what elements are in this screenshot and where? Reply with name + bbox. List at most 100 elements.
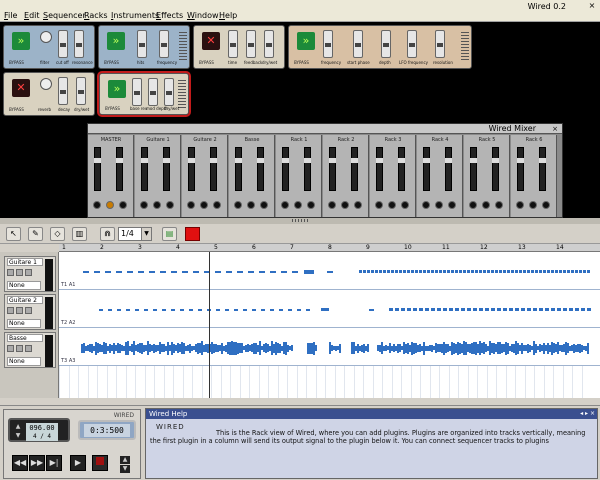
time-fader[interactable] (228, 30, 238, 58)
playhead[interactable] (209, 252, 210, 398)
mixer-close-button[interactable]: × (550, 124, 560, 134)
rewind-button[interactable]: ◀◀ (12, 455, 28, 471)
start-phase-fader[interactable] (353, 30, 363, 58)
pan-knob[interactable] (495, 201, 503, 209)
solo-toggle[interactable] (25, 307, 32, 314)
pan-knob[interactable] (542, 201, 550, 209)
split-tool-button[interactable]: ▥ (72, 227, 87, 241)
track-name[interactable]: Basse (7, 334, 43, 342)
timeline-ruler[interactable]: 1 2 3 4 5 6 7 8 9 10 11 12 13 14 (59, 244, 600, 252)
pan-knob[interactable] (260, 201, 268, 209)
menu-sequencer[interactable]: Sequencer (43, 11, 86, 20)
chevron-down-icon[interactable]: ▼ (141, 228, 151, 240)
pan-knob[interactable] (93, 201, 101, 209)
channel-fader[interactable] (163, 147, 170, 191)
track-header[interactable]: Guitare 2 None (4, 294, 56, 330)
channel-fader[interactable] (470, 147, 477, 191)
bypass-button[interactable]: ✕ (12, 79, 30, 97)
pan-knob[interactable] (529, 201, 537, 209)
frequency-fader[interactable] (159, 30, 169, 58)
pan-knob[interactable] (307, 201, 315, 209)
menu-instruments[interactable]: Instruments (111, 11, 159, 20)
pan-knob[interactable] (401, 201, 409, 209)
channel-fader[interactable] (517, 147, 524, 191)
bpm-down-button[interactable]: ▼ (13, 432, 23, 440)
pan-knob[interactable] (213, 201, 221, 209)
pencil-tool-button[interactable]: ✎ (28, 227, 43, 241)
menu-effects[interactable]: Effects (156, 11, 183, 20)
resolution-fader[interactable] (435, 30, 445, 58)
mixer-titlebar[interactable]: Wired Mixer × (88, 124, 562, 134)
pan-knob[interactable] (448, 201, 456, 209)
channel-fader[interactable] (539, 147, 546, 191)
menu-help[interactable]: Help (219, 11, 237, 20)
channel-fader[interactable] (304, 147, 311, 191)
track-name[interactable]: Guitare 1 (7, 258, 43, 266)
pan-knob[interactable] (234, 201, 242, 209)
help-controls[interactable]: ◂ ▸ × (580, 409, 595, 419)
bpm-up-button[interactable]: ▲ (13, 423, 23, 431)
depth-fader[interactable] (381, 30, 391, 58)
pan-knob[interactable] (294, 201, 302, 209)
pan-knob[interactable] (153, 201, 161, 209)
pan-knob[interactable] (328, 201, 336, 209)
pan-knob[interactable] (140, 201, 148, 209)
bypass-button[interactable]: » (108, 80, 126, 98)
position-up-button[interactable]: ▲ (120, 456, 130, 464)
channel-fader[interactable] (141, 147, 148, 191)
bypass-button[interactable]: » (297, 32, 315, 50)
pan-knob[interactable] (247, 201, 255, 209)
bypass-button[interactable]: ✕ (202, 32, 220, 50)
pan-knob[interactable] (469, 201, 477, 209)
channel-fader[interactable] (282, 147, 289, 191)
frequency-fader[interactable] (323, 30, 333, 58)
bypass-button[interactable]: » (12, 32, 30, 50)
pan-knob[interactable] (482, 201, 490, 209)
menu-racks[interactable]: Racks (84, 11, 108, 20)
drywet-fader[interactable] (76, 77, 86, 105)
splitter-grip[interactable] (292, 219, 308, 222)
mod-depth-fader[interactable] (148, 78, 158, 106)
record-toggle[interactable] (7, 307, 14, 314)
track-name[interactable]: Guitare 2 (7, 296, 43, 304)
pan-knob[interactable] (281, 201, 289, 209)
pan-knob[interactable] (166, 201, 174, 209)
pan-knob[interactable] (187, 201, 195, 209)
record-button[interactable] (92, 455, 108, 471)
mute-toggle[interactable] (16, 307, 23, 314)
pan-knob[interactable] (354, 201, 362, 209)
channel-fader[interactable] (351, 147, 358, 191)
solo-toggle[interactable] (25, 269, 32, 276)
forward-button[interactable]: ▶▶ (29, 455, 45, 471)
channel-fader[interactable] (94, 147, 101, 191)
channel-fader[interactable] (257, 147, 264, 191)
record-toggle[interactable] (7, 345, 14, 352)
lfo-frequency-fader[interactable] (407, 30, 417, 58)
track-device-select[interactable]: None (7, 281, 41, 290)
pan-knob[interactable] (435, 201, 443, 209)
cutoff-fader[interactable] (58, 30, 68, 58)
snap-grid-button[interactable]: ▤ (162, 227, 177, 241)
track-device-select[interactable]: None (7, 319, 41, 328)
help-titlebar[interactable]: Wired Help ◂ ▸ × (146, 409, 597, 419)
pan-knob[interactable] (516, 201, 524, 209)
drywet-fader[interactable] (264, 30, 274, 58)
magnet-button[interactable]: ⋒ (100, 227, 115, 241)
resonance-fader[interactable] (74, 30, 84, 58)
channel-fader[interactable] (423, 147, 430, 191)
track-device-select[interactable]: None (7, 357, 41, 366)
pan-knob[interactable] (388, 201, 396, 209)
position-down-button[interactable]: ▼ (120, 465, 130, 473)
pan-knob[interactable] (375, 201, 383, 209)
pan-knob[interactable] (422, 201, 430, 209)
channel-fader[interactable] (398, 147, 405, 191)
bpm-display[interactable]: 096.00 (26, 423, 58, 433)
sequencer-timeline[interactable]: T1 A1 T2 A2 T3 A3 (59, 252, 600, 398)
chorus-plugin[interactable]: » BYPASS base rev mod depth dry/wet (97, 71, 191, 117)
mute-toggle[interactable] (16, 269, 23, 276)
quantize-select[interactable]: 1/4 ▼ (118, 227, 152, 241)
mute-toggle[interactable] (16, 345, 23, 352)
solo-toggle[interactable] (25, 345, 32, 352)
pan-knob[interactable] (106, 201, 114, 209)
record-toggle[interactable] (7, 269, 14, 276)
